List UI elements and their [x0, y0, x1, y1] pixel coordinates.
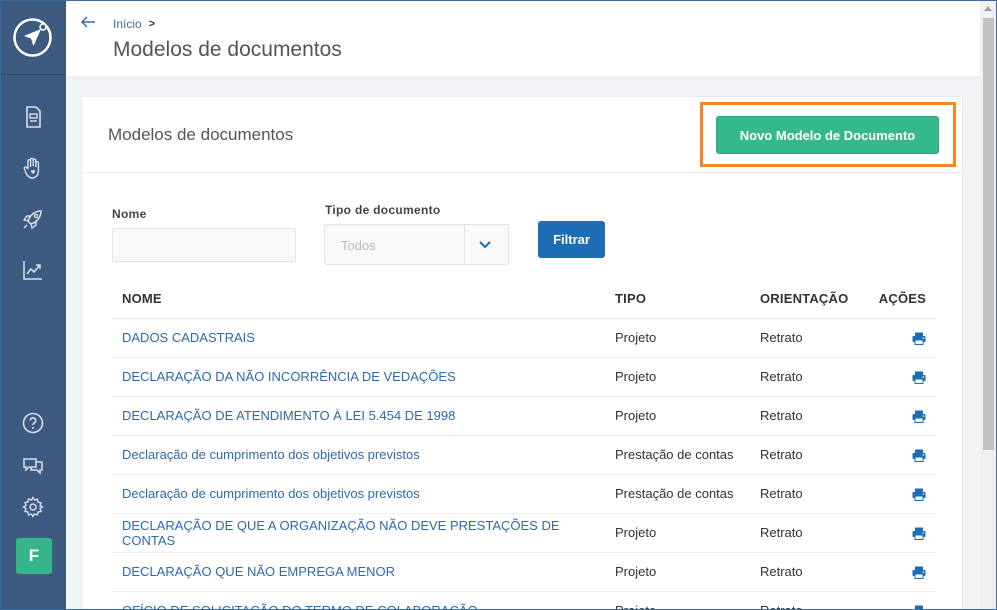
nome-input[interactable]	[112, 228, 296, 262]
table-row: DECLARAÇÃO DE QUE A ORGANIZAÇÃO NÃO DEVE…	[112, 513, 936, 553]
document-link[interactable]: DECLARAÇÃO QUE NÃO EMPREGA MENOR	[122, 564, 395, 579]
column-header-acoes: AÇÕES	[862, 279, 936, 319]
print-icon[interactable]	[912, 488, 926, 502]
tipo-label: Tipo de documento	[325, 203, 441, 217]
cell-nome: Declaração de cumprimento dos objetivos …	[112, 474, 605, 514]
cell-acoes	[862, 396, 936, 436]
cell-acoes	[862, 513, 936, 553]
cell-acoes	[862, 318, 936, 358]
cell-acoes	[862, 474, 936, 514]
avatar[interactable]: F	[16, 538, 52, 574]
table-row: DECLARAÇÃO DA NÃO INCORRÊNCIA DE VEDAÇÕE…	[112, 357, 936, 397]
print-icon[interactable]	[912, 371, 926, 385]
page-header: Início > Modelos de documentos	[66, 0, 980, 76]
column-header-orientacao[interactable]: ORIENTAÇÃO	[750, 279, 862, 319]
table-row: Declaração de cumprimento dos objetivos …	[112, 474, 936, 514]
document-link[interactable]: Declaração de cumprimento dos objetivos …	[122, 486, 420, 501]
cell-orientacao: Retrato	[750, 591, 862, 610]
scrollbar[interactable]	[980, 0, 997, 610]
card-title: Modelos de documentos	[108, 125, 294, 144]
chevron-right-icon: >	[148, 18, 156, 30]
document-link[interactable]: DECLARAÇÃO DE QUE A ORGANIZAÇÃO NÃO DEVE…	[122, 518, 560, 548]
print-icon[interactable]	[912, 410, 926, 424]
hand-heart-icon[interactable]	[20, 155, 46, 181]
scroll-up-icon[interactable]	[984, 6, 992, 11]
rocket-icon[interactable]	[20, 206, 46, 232]
cell-tipo: Projeto	[605, 396, 750, 436]
cell-nome: DECLARAÇÃO DE QUE A ORGANIZAÇÃO NÃO DEVE…	[112, 513, 605, 553]
cell-orientacao: Retrato	[750, 396, 862, 436]
print-icon[interactable]	[912, 332, 926, 346]
cell-orientacao: Retrato	[750, 435, 862, 475]
cell-nome: Declaração de cumprimento dos objetivos …	[112, 435, 605, 475]
cell-acoes	[862, 552, 936, 592]
cell-tipo: Projeto	[605, 513, 750, 553]
chevron-down-icon[interactable]	[477, 238, 493, 252]
filter-button[interactable]: Filtrar	[538, 221, 605, 258]
gear-icon[interactable]	[20, 494, 46, 520]
tipo-select[interactable]: Todos	[324, 224, 509, 265]
breadcrumb-home-link[interactable]: Início	[113, 17, 142, 31]
column-header-nome[interactable]: NOME	[112, 279, 605, 319]
document-icon[interactable]	[20, 104, 46, 130]
back-arrow-icon[interactable]	[79, 13, 97, 31]
print-icon[interactable]	[912, 527, 926, 541]
card-header: Modelos de documentos Novo Modelo de Doc…	[82, 97, 962, 173]
cell-nome: DECLARAÇÃO DE ATENDIMENTO À LEI 5.454 DE…	[112, 396, 605, 436]
cell-acoes	[862, 435, 936, 475]
print-icon[interactable]	[912, 566, 926, 580]
help-icon[interactable]	[20, 410, 46, 436]
document-link[interactable]: DECLARAÇÃO DE ATENDIMENTO À LEI 5.454 DE…	[122, 408, 455, 423]
cell-nome: DECLARAÇÃO DA NÃO INCORRÊNCIA DE VEDAÇÕE…	[112, 357, 605, 397]
cell-tipo: Projeto	[605, 591, 750, 610]
cell-tipo: Prestação de contas	[605, 474, 750, 514]
column-header-tipo[interactable]: TIPO	[605, 279, 750, 319]
cell-tipo: Projeto	[605, 552, 750, 592]
cell-orientacao: Retrato	[750, 357, 862, 397]
documents-table: NOME TIPO ORIENTAÇÃO AÇÕES DADOS CADASTR…	[112, 279, 936, 610]
cell-acoes	[862, 591, 936, 610]
table-row: OFÍCIO DE SOLICITAÇÃO DO TERMO DE COLABO…	[112, 591, 936, 610]
new-document-model-button[interactable]: Novo Modelo de Documento	[716, 116, 939, 154]
print-icon[interactable]	[912, 449, 926, 463]
documents-card: Modelos de documentos Novo Modelo de Doc…	[81, 96, 963, 610]
document-link[interactable]: DADOS CADASTRAIS	[122, 330, 255, 345]
tipo-select-value: Todos	[341, 238, 376, 253]
select-divider	[464, 225, 465, 264]
document-link[interactable]: Declaração de cumprimento dos objetivos …	[122, 447, 420, 462]
document-link[interactable]: DECLARAÇÃO DA NÃO INCORRÊNCIA DE VEDAÇÕE…	[122, 369, 456, 384]
breadcrumb: Início >	[113, 17, 155, 31]
cell-tipo: Prestação de contas	[605, 435, 750, 475]
cell-tipo: Projeto	[605, 318, 750, 358]
cell-tipo: Projeto	[605, 357, 750, 397]
cell-orientacao: Retrato	[750, 552, 862, 592]
table-row: DADOS CADASTRAIS Projeto Retrato	[112, 318, 936, 358]
sidebar-divider	[0, 74, 66, 75]
cell-orientacao: Retrato	[750, 318, 862, 358]
chat-icon[interactable]	[20, 453, 46, 479]
table-row: DECLARAÇÃO QUE NÃO EMPREGA MENOR Projeto R…	[112, 552, 936, 592]
app-logo-icon[interactable]	[12, 17, 53, 58]
sidebar: F	[0, 0, 66, 610]
cell-acoes	[862, 357, 936, 397]
table-row: DECLARAÇÃO DE ATENDIMENTO À LEI 5.454 DE…	[112, 396, 936, 436]
cell-nome: DADOS CADASTRAIS	[112, 318, 605, 358]
page-title: Modelos de documentos	[113, 38, 342, 61]
document-link[interactable]: OFÍCIO DE SOLICITAÇÃO DO TERMO DE COLABO…	[122, 603, 478, 610]
cell-orientacao: Retrato	[750, 513, 862, 553]
scroll-thumb[interactable]	[983, 18, 994, 450]
table-row: Declaração de cumprimento dos objetivos …	[112, 435, 936, 475]
cell-nome: DECLARAÇÃO QUE NÃO EMPREGA MENOR	[112, 552, 605, 592]
chart-icon[interactable]	[20, 257, 46, 283]
cell-orientacao: Retrato	[750, 474, 862, 514]
print-icon[interactable]	[912, 605, 926, 610]
table-header-row: NOME TIPO ORIENTAÇÃO AÇÕES	[112, 279, 936, 319]
nome-label: Nome	[112, 207, 147, 221]
cell-nome: OFÍCIO DE SOLICITAÇÃO DO TERMO DE COLABO…	[112, 591, 605, 610]
